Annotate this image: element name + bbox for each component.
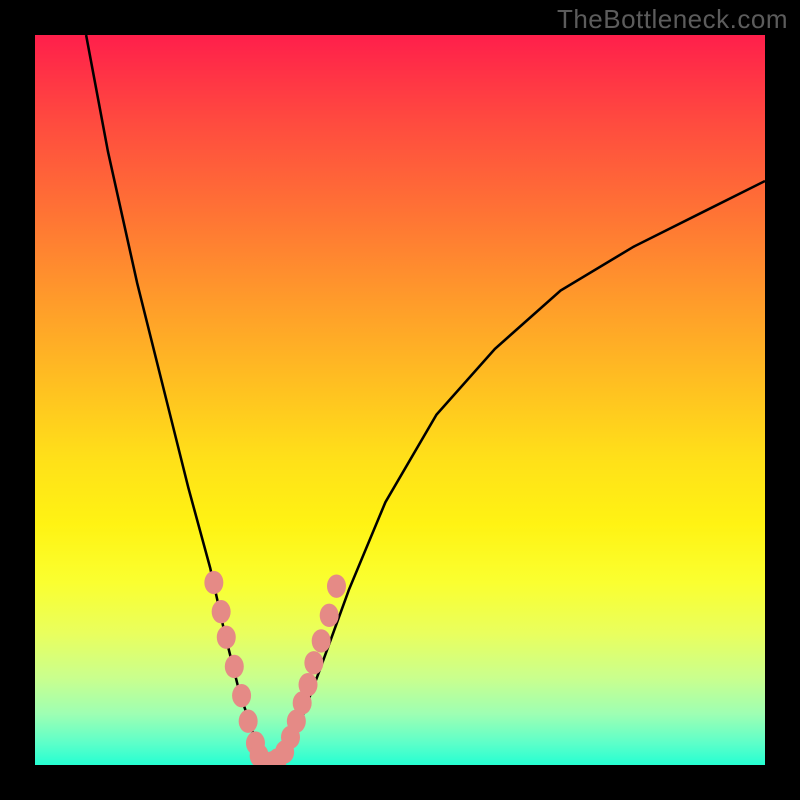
scatter-marker [217,626,236,649]
scatter-marker [225,655,244,678]
watermark-label: TheBottleneck.com [557,4,788,35]
scatter-markers [204,571,346,765]
scatter-marker [327,574,346,597]
scatter-marker [239,710,258,733]
curve-right [283,181,765,765]
chart-frame: TheBottleneck.com [0,0,800,800]
scatter-marker [204,571,223,594]
scatter-marker [312,629,331,652]
chart-svg [35,35,765,765]
scatter-marker [212,600,231,623]
scatter-marker [299,673,318,696]
curve-left [86,35,265,765]
scatter-marker [232,684,251,707]
scatter-marker [320,604,339,627]
scatter-marker [304,651,323,674]
